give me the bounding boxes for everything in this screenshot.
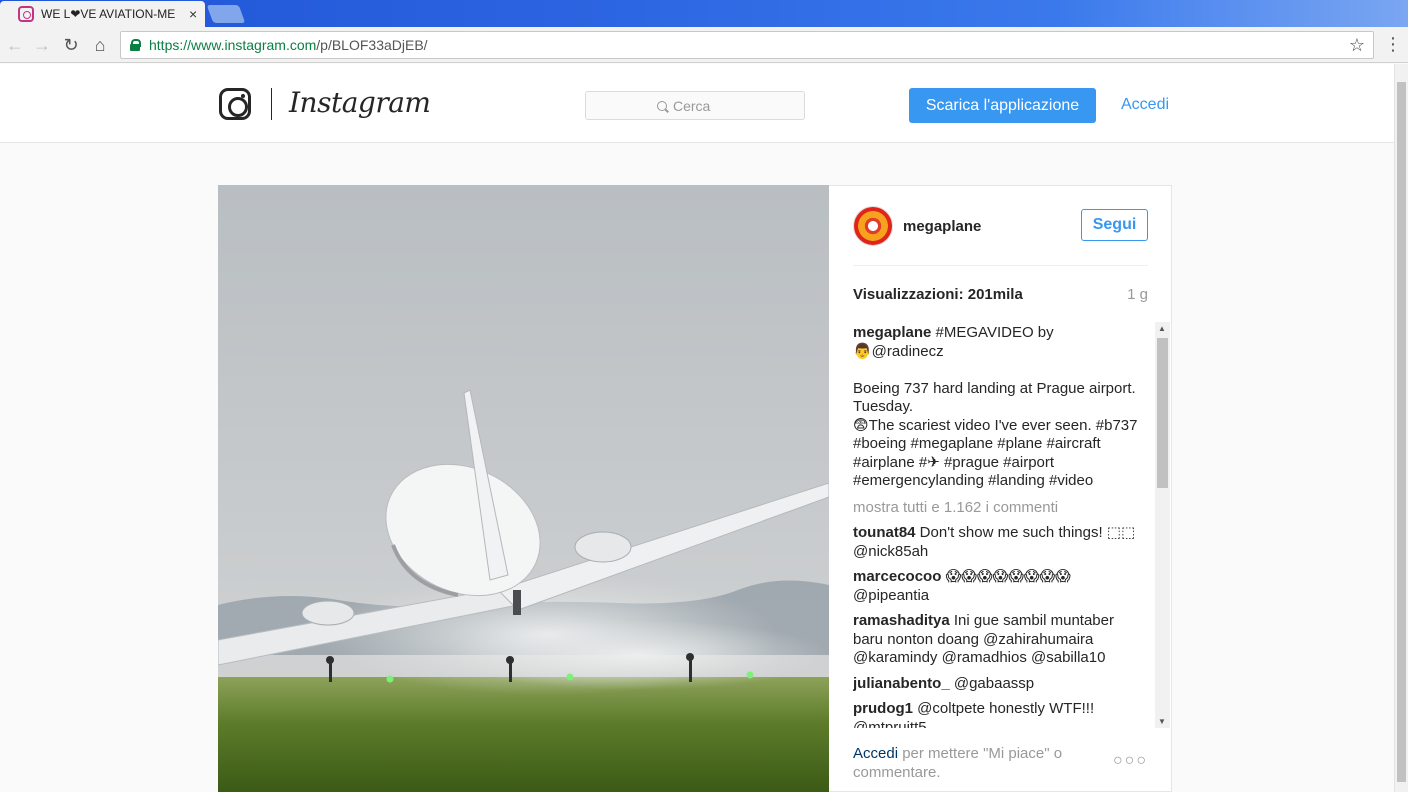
caption-username[interactable]: megaplane [853,324,931,341]
login-link[interactable]: Accedi [1121,96,1169,114]
search-icon [657,100,667,111]
comments-list[interactable]: megaplane #MEGAVIDEO by 👨@radinecz Boein… [853,324,1146,728]
caption-text: #MEGAVIDEO by 👨@radinecz Boeing 737 hard… [853,324,1138,489]
post-age[interactable]: 1 g [1127,286,1148,303]
url-path: /p/BLOF33aDjEB/ [316,37,428,53]
page-scrollbar-thumb[interactable] [1397,82,1406,782]
search-input[interactable] [673,97,733,114]
instagram-header: Instagram Scarica l'applicazione Accedi [0,64,1394,143]
scroll-up-arrow-icon[interactable]: ▲ [1158,324,1166,333]
comment-username[interactable]: ramashaditya [853,612,950,629]
comment-text: @gabaassp [949,674,1035,692]
comment-item: prudog1 @coltpete honestly WTF!!! @mtpru… [853,700,1146,728]
browser-tab-bar: WE L❤VE AVIATION-ME × [0,0,1408,27]
tab-close-icon[interactable]: × [189,6,197,22]
post-caption: megaplane #MEGAVIDEO by 👨@radinecz Boein… [853,324,1146,491]
search-box[interactable] [585,91,805,120]
show-all-comments-link[interactable]: mostra tutti e 1.162 i commenti [853,499,1146,518]
post-details-panel: megaplane Segui Visualizzazioni: 201mila… [829,185,1172,792]
comment-item: tounat84 Don't show me such things! ⬚⬚ @… [853,524,1146,561]
comments-scrollbar[interactable]: ▲ ▼ [1155,322,1170,728]
instagram-wordmark[interactable]: Instagram [289,86,431,119]
download-app-button[interactable]: Scarica l'applicazione [909,88,1096,123]
bookmark-star-icon[interactable]: ☆ [1349,35,1365,56]
url-text[interactable]: https://www.instagram.com/p/BLOF33aDjEB/ [149,37,428,53]
browser-tab[interactable]: WE L❤VE AVIATION-ME × [0,1,205,27]
comments-scrollbar-thumb[interactable] [1157,338,1168,488]
instagram-favicon-icon [18,6,34,22]
avatar[interactable] [853,206,893,246]
author-username[interactable]: megaplane [903,218,981,235]
comment-username[interactable]: marcecocoo [853,568,941,585]
lock-icon [130,39,141,51]
home-icon[interactable]: ⌂ [88,33,112,57]
views-row: Visualizzazioni: 201mila 1 g [853,286,1148,306]
address-bar[interactable]: https://www.instagram.com/p/BLOF33aDjEB/… [120,31,1374,59]
plane-landing-image [218,185,829,792]
more-options-icon[interactable]: ○○○ [1113,752,1148,770]
reload-icon[interactable]: ↻ [59,33,83,57]
comment-item: julianabento_ @gabaassp [853,675,1146,694]
login-prompt: Accedi per mettere "Mi piace" o commenta… [853,744,1083,782]
comment-username[interactable]: tounat84 [853,524,916,541]
post-footer: Accedi per mettere "Mi piace" o commenta… [853,744,1148,782]
header-divider [271,88,272,120]
scroll-down-arrow-icon[interactable]: ▼ [1158,717,1166,726]
comment-item: marcecocoo 😱😱😱😱😱😱😱😱 @pipeantia [853,568,1146,605]
view-count: Visualizzazioni: 201mila [853,286,1023,303]
footer-login-link[interactable]: Accedi [853,745,898,762]
post-video[interactable] [218,185,829,792]
tab-title: WE L❤VE AVIATION-ME [41,7,176,21]
browser-toolbar: ← → ↻ ⌂ https://www.instagram.com/p/BLOF… [0,27,1408,63]
new-tab-button[interactable] [206,5,246,23]
browser-menu-icon[interactable]: ⋮ [1384,34,1402,55]
comment-username[interactable]: julianabento_ [853,675,950,692]
comment-username[interactable]: prudog1 [853,700,913,717]
post-author-row: megaplane Segui [853,206,1148,266]
follow-button[interactable]: Segui [1081,209,1148,241]
url-host: https://www.instagram.com [149,37,317,53]
forward-arrow-icon[interactable]: → [30,33,54,57]
instagram-camera-icon[interactable] [219,88,251,120]
page-scrollbar[interactable] [1394,64,1408,792]
comment-item: ramashaditya Ini gue sambil muntaber bar… [853,612,1146,668]
back-arrow-icon[interactable]: ← [3,33,27,57]
